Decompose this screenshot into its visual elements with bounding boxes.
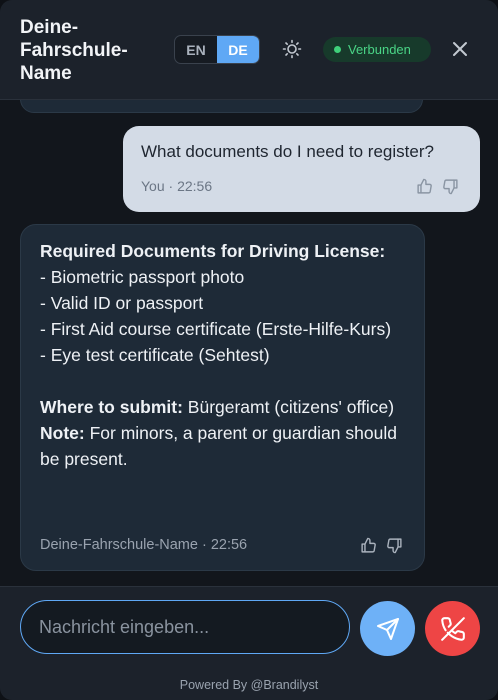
message-composer xyxy=(0,586,498,670)
bot-list-item: - Biometric passport photo xyxy=(40,267,245,287)
send-icon xyxy=(376,617,399,640)
bot-list-item: - Valid ID or passport xyxy=(40,293,204,313)
bot-heading: Required Documents for Driving License: xyxy=(40,241,386,261)
thumbs-up-button[interactable] xyxy=(415,177,433,195)
brand-line: Deine- xyxy=(20,17,79,38)
phone-off-icon xyxy=(440,616,465,641)
theme-toggle-button[interactable] xyxy=(280,37,304,61)
brand-name: Deine- Fahrschule- Name xyxy=(20,16,160,85)
message-list[interactable]: What documents do I need to register? Yo… xyxy=(0,100,498,586)
lang-en-button[interactable]: EN xyxy=(175,36,217,63)
lang-de-button[interactable]: DE xyxy=(217,36,259,63)
powered-by-footer: Powered By @Brandilyst xyxy=(0,670,498,700)
thumbs-up-icon xyxy=(360,537,376,553)
brand-line: Fahrschule- xyxy=(20,40,128,61)
bot-list-item: - First Aid course certificate (Erste-Hi… xyxy=(40,319,392,339)
end-call-button[interactable] xyxy=(425,601,480,656)
bot-message: Required Documents for Driving License: … xyxy=(20,224,425,571)
bot-message-text: Required Documents for Driving License: … xyxy=(40,238,410,472)
bot-where-line: Where to submit: Bürgeramt (citizens' of… xyxy=(40,397,395,417)
user-message: What documents do I need to register? Yo… xyxy=(123,126,480,212)
language-toggle: EN DE xyxy=(174,35,260,64)
thumbs-down-icon xyxy=(442,178,458,194)
status-dot-icon xyxy=(334,46,341,53)
close-icon xyxy=(453,42,467,56)
thumbs-down-button[interactable] xyxy=(441,177,459,195)
chat-widget: Deine- Fahrschule- Name EN DE Verbunden … xyxy=(0,0,498,700)
brand-line: Name xyxy=(20,63,72,84)
status-label: Verbunden xyxy=(348,42,411,57)
thumbs-down-icon xyxy=(386,537,402,553)
thumbs-down-button[interactable] xyxy=(385,536,403,554)
bot-message-meta: Deine-Fahrschule-Name · 22:56 xyxy=(40,537,248,553)
bot-list-item: - Eye test certificate (Sehtest) xyxy=(40,345,270,365)
connection-status-badge: Verbunden xyxy=(323,37,431,62)
thumbs-up-icon xyxy=(416,178,432,194)
bot-note-line: Note: For minors, a parent or guardian s… xyxy=(40,423,397,469)
message-input[interactable] xyxy=(20,600,350,654)
user-message-meta: You · 22:56 xyxy=(141,178,213,194)
thumbs-up-button[interactable] xyxy=(359,536,377,554)
chat-header: Deine- Fahrschule- Name EN DE Verbunden xyxy=(0,0,498,100)
previous-bot-message xyxy=(20,100,423,113)
user-message-text: What documents do I need to register? xyxy=(141,142,434,161)
sun-icon xyxy=(282,39,302,59)
close-button[interactable] xyxy=(449,38,471,60)
send-button[interactable] xyxy=(360,601,415,656)
